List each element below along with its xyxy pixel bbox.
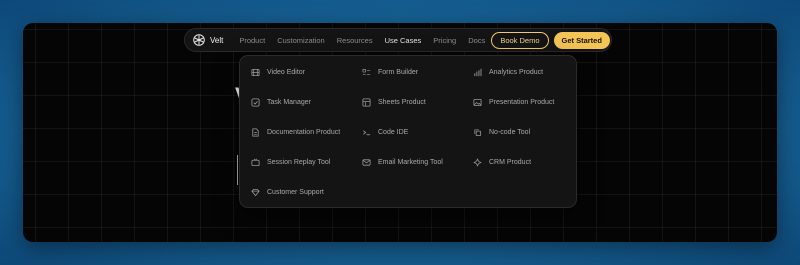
menu-item-documentation-product[interactable]: Documentation Product <box>251 126 340 138</box>
table-icon <box>362 97 371 107</box>
menu-item-label: Email Marketing Tool <box>378 158 443 166</box>
menu-item-presentation-product[interactable]: Presentation Product <box>473 96 554 108</box>
get-started-button[interactable]: Get Started <box>553 31 610 49</box>
logo[interactable]: Velt <box>193 34 223 46</box>
tv-icon <box>251 158 260 166</box>
menu-item-label: Code IDE <box>378 128 409 136</box>
navbar: Velt Product Customization Resources Use… <box>184 28 612 52</box>
form-icon <box>362 68 371 75</box>
menu-item-video-editor[interactable]: Video Editor <box>251 66 305 78</box>
sparkle-icon <box>473 158 482 166</box>
hero-divider <box>237 155 238 185</box>
terminal-icon <box>363 129 371 135</box>
nav-actions: Book Demo Get Started <box>491 31 610 49</box>
diamond-icon <box>251 188 260 196</box>
menu-item-label: Task Manager <box>267 98 311 106</box>
copy-icon <box>474 128 482 136</box>
nav-item-use-cases[interactable]: Use Cases <box>379 36 428 45</box>
image-icon <box>473 98 482 106</box>
nav-items: Product Customization Resources Use Case… <box>233 36 491 45</box>
nav-item-customization[interactable]: Customization <box>271 36 331 45</box>
menu-item-customer-support[interactable]: Customer Support <box>251 186 324 198</box>
menu-item-session-replay-tool[interactable]: Session Replay Tool <box>251 156 330 168</box>
use-cases-dropdown: Video Editor Task Manager Documentation … <box>239 55 577 208</box>
book-demo-button[interactable]: Book Demo <box>491 31 549 49</box>
menu-item-label: CRM Product <box>489 158 532 166</box>
menu-item-label: Sheets Product <box>378 98 426 106</box>
mail-icon <box>362 158 371 166</box>
menu-item-task-manager[interactable]: Task Manager <box>251 96 311 108</box>
menu-item-email-marketing-tool[interactable]: Email Marketing Tool <box>362 156 443 168</box>
menu-item-label: Video Editor <box>267 68 306 76</box>
menu-item-form-builder[interactable]: Form Builder <box>362 66 418 78</box>
menu-item-code-ide[interactable]: Code IDE <box>362 126 408 138</box>
video-icon <box>251 68 260 76</box>
menu-item-analytics-product[interactable]: Analytics Product <box>473 66 543 78</box>
velt-logo-icon <box>193 34 205 46</box>
menu-item-label: Customer Support <box>267 188 324 196</box>
menu-item-crm-product[interactable]: CRM Product <box>473 156 531 168</box>
task-check-icon <box>251 97 260 107</box>
nav-item-pricing[interactable]: Pricing <box>427 36 462 45</box>
menu-item-no-code-tool[interactable]: No-code Tool <box>473 126 530 138</box>
menu-item-label: Session Replay Tool <box>267 158 331 166</box>
menu-item-sheets-product[interactable]: Sheets Product <box>362 96 426 108</box>
nav-item-resources[interactable]: Resources <box>331 36 379 45</box>
menu-item-label: Form Builder <box>378 68 419 76</box>
document-icon <box>252 127 259 137</box>
menu-item-label: No-code Tool <box>489 128 531 136</box>
nav-item-product[interactable]: Product <box>233 36 271 45</box>
menu-item-label: Documentation Product <box>267 128 341 136</box>
bar-chart-icon <box>474 68 482 76</box>
nav-item-docs[interactable]: Docs <box>462 36 491 45</box>
logo-text: Velt <box>210 35 224 45</box>
menu-item-label: Presentation Product <box>489 98 555 106</box>
menu-item-label: Analytics Product <box>489 68 544 76</box>
